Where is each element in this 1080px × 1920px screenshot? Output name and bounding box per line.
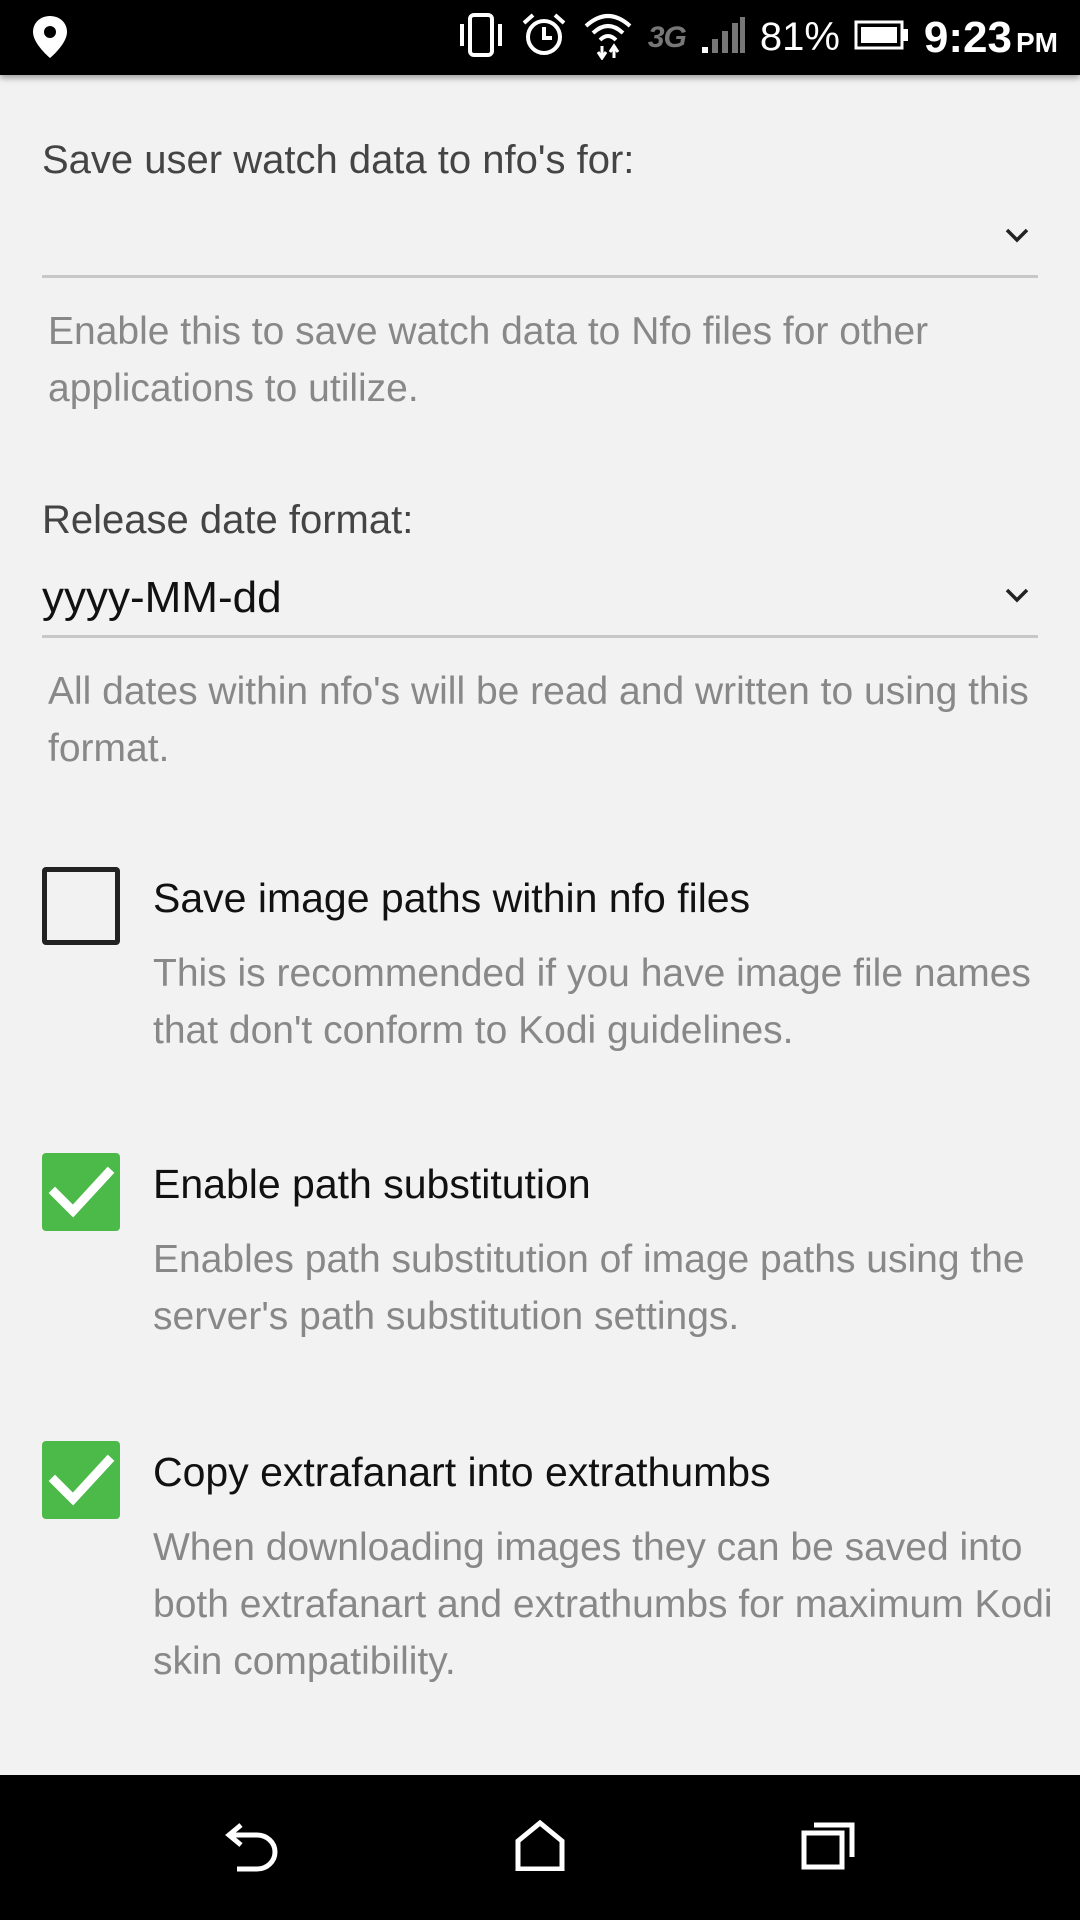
release-date-help: All dates within nfo's will be read and … [48,670,1029,770]
release-date-label: Release date format: [42,498,414,542]
status-icons: 3G 81% 9:23 PM [456,0,1058,75]
copy-extrafanart-checkbox[interactable] [42,1441,120,1519]
checkmark-icon [48,1166,115,1218]
path-substitution-checkbox[interactable] [42,1153,120,1231]
navigation-bar [0,1775,1080,1920]
signal-icon [700,15,746,60]
release-date-select[interactable]: yyyy-MM-dd [42,565,1038,638]
copy-extrafanart-description: When downloading images they can be save… [153,1526,1053,1683]
watch-data-label: Save user watch data to nfo's for: [42,138,635,182]
chevron-down-icon [1004,226,1030,249]
recent-apps-button[interactable] [748,1775,908,1920]
wifi-icon [582,10,634,65]
alarm-icon [520,11,568,64]
release-date-value: yyyy-MM-dd [42,573,282,622]
location-pin-icon [30,14,70,65]
settings-content: Save user watch data to nfo's for: Enabl… [0,75,1080,1775]
home-button[interactable] [460,1775,620,1920]
save-image-paths-description: This is recommended if you have image fi… [153,952,1031,1052]
battery-percent: 81% [759,15,840,59]
watch-data-select[interactable] [42,205,1038,278]
back-icon [223,1817,283,1878]
status-bar: 3G 81% 9:23 PM [0,0,1080,75]
chevron-down-icon [1004,586,1030,609]
checkmark-icon [48,1454,115,1506]
recent-apps-icon [800,1819,856,1876]
copy-extrafanart-title: Copy extrafanart into extrathumbs [153,1449,771,1495]
clock: 9:23 PM [924,13,1058,63]
clock-am-pm: PM [1016,26,1058,58]
watch-data-help: Enable this to save watch data to Nfo fi… [48,310,929,410]
clock-time: 9:23 [923,12,1012,62]
path-substitution-title: Enable path substitution [153,1161,591,1207]
back-button[interactable] [173,1775,333,1920]
path-substitution-description: Enables path substitution of image paths… [153,1238,1025,1338]
network-type-label: 3G [647,20,687,54]
save-image-paths-title: Save image paths within nfo files [153,875,751,921]
home-icon [512,1819,568,1876]
vibrate-icon [456,12,506,63]
battery-icon [854,20,910,55]
save-image-paths-checkbox[interactable] [42,867,120,945]
